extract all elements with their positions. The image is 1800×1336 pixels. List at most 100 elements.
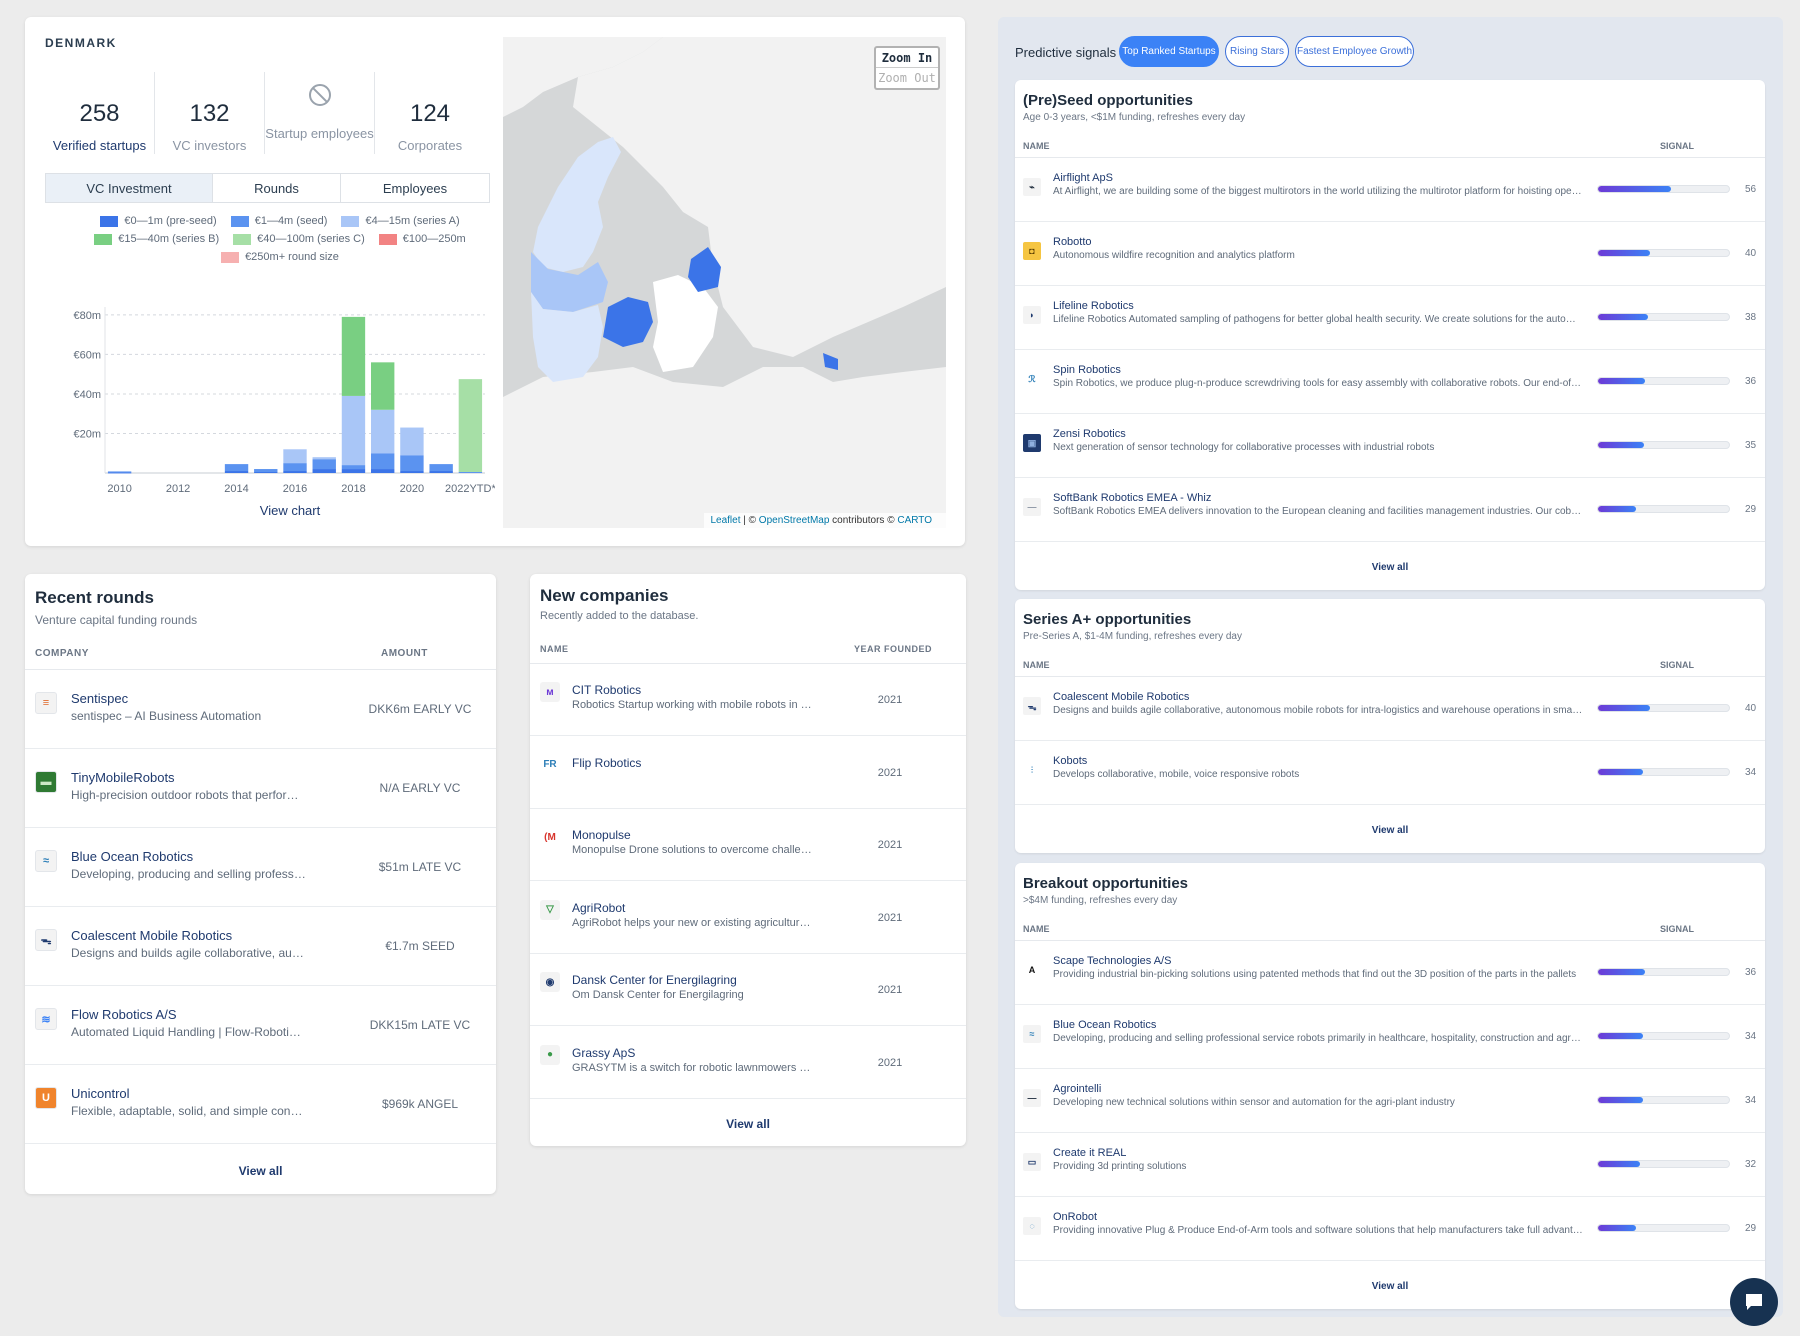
company-name[interactable]: SoftBank Robotics EMEA - Whiz xyxy=(1053,492,1211,504)
company-name[interactable]: TinyMobileRobots xyxy=(71,770,175,785)
table-row[interactable]: FR Flip Robotics 2021 xyxy=(530,737,966,809)
company-name[interactable]: Kobots xyxy=(1053,755,1087,767)
legend-item[interactable]: €4—15m (series A) xyxy=(341,215,460,227)
signal-row[interactable]: A Scape Technologies A/S Providing industr… xyxy=(1015,941,1765,1005)
stat-vc-investors[interactable]: 132 VC investors xyxy=(155,72,265,154)
legend-item[interactable]: €40—100m (series C) xyxy=(233,233,365,245)
pill-rising-stars[interactable]: Rising Stars xyxy=(1225,36,1289,67)
signal-row[interactable]: ▣ Zensi Robotics Next generation of sensor… xyxy=(1015,414,1765,478)
column-header-signal[interactable]: SIGNAL xyxy=(1660,924,1694,934)
company-name[interactable]: CIT Robotics xyxy=(572,683,641,697)
company-name[interactable]: Flip Robotics xyxy=(572,756,641,770)
company-name[interactable]: Scape Technologies A/S xyxy=(1053,955,1171,967)
column-header-company[interactable]: COMPANY xyxy=(35,648,89,659)
column-header-year-founded[interactable]: YEAR FOUNDED xyxy=(854,644,932,654)
company-name[interactable]: Unicontrol xyxy=(71,1086,130,1101)
signal-row[interactable]: ᯓ Coalescent Mobile Robotics Designs and b… xyxy=(1015,677,1765,741)
company-name[interactable]: Blue Ocean Robotics xyxy=(71,849,193,864)
company-name[interactable]: Lifeline Robotics xyxy=(1053,300,1134,312)
company-name[interactable]: Coalescent Mobile Robotics xyxy=(1053,691,1189,703)
table-row[interactable]: ᴍ CIT Robotics Robotics Startup working wi… xyxy=(530,664,966,736)
company-name[interactable]: Flow Robotics A/S xyxy=(71,1007,177,1022)
table-row[interactable]: ≋ Flow Robotics A/S Automated Liquid Handl… xyxy=(25,986,496,1065)
legend-item[interactable]: €0—1m (pre-seed) xyxy=(100,215,217,227)
legend-item[interactable]: €250m+ round size xyxy=(221,251,339,263)
new-companies-view-all[interactable]: View all xyxy=(530,1117,966,1131)
company-logo: ▣ xyxy=(1023,434,1041,452)
table-row[interactable]: ◉ Dansk Center for Energilagring Om Dansk … xyxy=(530,954,966,1026)
company-name[interactable]: Sentispec xyxy=(71,691,128,706)
carto-link[interactable]: CARTO xyxy=(897,515,932,526)
signal-row[interactable]: ℛ Spin Robotics Spin Robotics, we produce … xyxy=(1015,350,1765,414)
view-all-link[interactable]: View all xyxy=(1015,825,1765,836)
pill-top-ranked-startups[interactable]: Top Ranked Startups xyxy=(1119,36,1219,67)
signal-row[interactable]: ≈ Blue Ocean Robotics Developing, producin… xyxy=(1015,1005,1765,1069)
table-row[interactable]: U Unicontrol Flexible, adaptable, solid, a… xyxy=(25,1065,496,1144)
company-logo: ▬ xyxy=(35,771,57,793)
country-map[interactable]: Zoom In Zoom Out Leaflet | © OpenStreetM… xyxy=(503,37,946,528)
company-name[interactable]: Zensi Robotics xyxy=(1053,428,1126,440)
company-name[interactable]: Robotto xyxy=(1053,236,1092,248)
company-name[interactable]: Create it REAL xyxy=(1053,1147,1126,1159)
osm-link[interactable]: OpenStreetMap xyxy=(759,515,830,526)
table-row[interactable]: ▬ TinyMobileRobots High-precision outdoor … xyxy=(25,749,496,828)
company-name[interactable]: Spin Robotics xyxy=(1053,364,1121,376)
signal-row[interactable]: ◘ Robotto Autonomous wildfire recognition … xyxy=(1015,222,1765,286)
company-name[interactable]: Dansk Center for Energilagring xyxy=(572,973,737,987)
column-header-signal[interactable]: SIGNAL xyxy=(1660,141,1694,151)
table-row[interactable]: ᯓ Coalescent Mobile Robotics Designs and b… xyxy=(25,907,496,986)
tab-vc-investment[interactable]: VC Investment xyxy=(46,174,213,202)
column-header-name[interactable]: NAME xyxy=(1023,141,1050,151)
company-name[interactable]: Coalescent Mobile Robotics xyxy=(71,928,232,943)
company-name[interactable]: Agrointelli xyxy=(1053,1083,1101,1095)
column-header-name[interactable]: NAME xyxy=(1023,924,1050,934)
company-description: Flexible, adaptable, solid, and simple c… xyxy=(71,1104,306,1118)
stat-startup-employees[interactable]: Startup employees xyxy=(265,72,375,154)
stat-corporates[interactable]: 124 Corporates xyxy=(375,72,485,154)
column-header-name[interactable]: NAME xyxy=(540,644,569,654)
chat-button[interactable] xyxy=(1730,1278,1778,1326)
map-region-bornholm[interactable] xyxy=(823,353,838,370)
signal-row[interactable]: ⫶ Kobots Develops collaborative, mobile, v… xyxy=(1015,741,1765,805)
table-row[interactable]: ≡ Sentispec sentispec – AI Business Automa… xyxy=(25,670,496,749)
company-name[interactable]: AgriRobot xyxy=(572,901,625,915)
column-header-name[interactable]: NAME xyxy=(1023,660,1050,670)
legend-item[interactable]: €1—4m (seed) xyxy=(230,215,327,227)
zoom-out-button[interactable]: Zoom Out xyxy=(876,68,938,88)
view-all-link[interactable]: View all xyxy=(1015,562,1765,573)
signal-row[interactable]: ◗ Lifeline Robotics Lifeline Robotics Auto… xyxy=(1015,286,1765,350)
zoom-in-button[interactable]: Zoom In xyxy=(876,48,938,68)
stat-value: 132 xyxy=(189,100,230,127)
view-chart-link[interactable]: View chart xyxy=(215,503,365,518)
map-region-nordjylland[interactable] xyxy=(533,137,621,272)
legend-item[interactable]: €15—40m (series B) xyxy=(94,233,219,245)
table-row[interactable]: ● Grassy ApS GRASYTM is a switch for robot… xyxy=(530,1027,966,1099)
legend-item[interactable]: €100—250m xyxy=(378,233,466,245)
stat-verified-startups[interactable]: 258 Verified startups xyxy=(45,72,155,154)
pill-fastest-employee-growth[interactable]: Fastest Employee Growth xyxy=(1295,36,1414,67)
column-header-amount[interactable]: AMOUNT xyxy=(381,648,428,659)
map-region-sjaelland[interactable] xyxy=(653,275,718,372)
column-header-signal[interactable]: SIGNAL xyxy=(1660,660,1694,670)
signal-row[interactable]: ▭ Create it REAL Providing 3d printing sol… xyxy=(1015,1133,1765,1197)
map-region-fyn[interactable] xyxy=(603,297,653,347)
company-name[interactable]: Grassy ApS xyxy=(572,1046,635,1060)
table-row[interactable]: ▽ AgriRobot AgriRobot helps your new or ex… xyxy=(530,882,966,954)
table-row[interactable]: (M Monopulse Monopulse Drone solutions to … xyxy=(530,809,966,881)
recent-rounds-view-all[interactable]: View all xyxy=(25,1164,496,1178)
signal-row[interactable]: — SoftBank Robotics EMEA - Whiz SoftBank R… xyxy=(1015,478,1765,542)
tab-rounds[interactable]: Rounds xyxy=(213,174,341,202)
signal-row[interactable]: — Agrointelli Developing new technical sol… xyxy=(1015,1069,1765,1133)
table-row[interactable]: ≈ Blue Ocean Robotics Developing, producin… xyxy=(25,828,496,907)
signal-row[interactable]: ⌁ Airflight ApS At Airflight, we are build… xyxy=(1015,158,1765,222)
company-name[interactable]: Airflight ApS xyxy=(1053,172,1113,184)
company-name[interactable]: Blue Ocean Robotics xyxy=(1053,1019,1156,1031)
leaflet-link[interactable]: Leaflet xyxy=(710,515,740,526)
tab-employees[interactable]: Employees xyxy=(341,174,489,202)
signal-bar-fill xyxy=(1598,1161,1640,1167)
company-name[interactable]: Monopulse xyxy=(572,828,631,842)
signal-row[interactable]: ◌ OnRobot Providing innovative Plug & Prod… xyxy=(1015,1197,1765,1261)
signal-bar-fill xyxy=(1598,314,1648,320)
view-all-link[interactable]: View all xyxy=(1015,1281,1765,1292)
company-name[interactable]: OnRobot xyxy=(1053,1211,1097,1223)
